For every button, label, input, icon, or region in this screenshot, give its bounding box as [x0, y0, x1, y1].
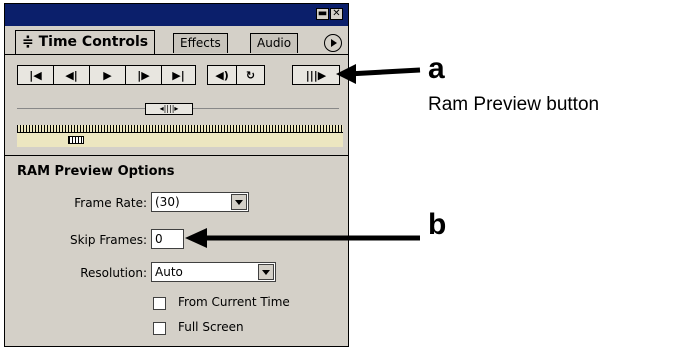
arrow-b — [185, 228, 420, 248]
callout-a-description: Ram Preview button — [428, 94, 600, 115]
arrow-a — [336, 64, 421, 84]
callout-arrows — [185, 64, 421, 248]
callout-b-letter: b — [428, 208, 447, 241]
callout-a-letter: a — [428, 52, 445, 85]
